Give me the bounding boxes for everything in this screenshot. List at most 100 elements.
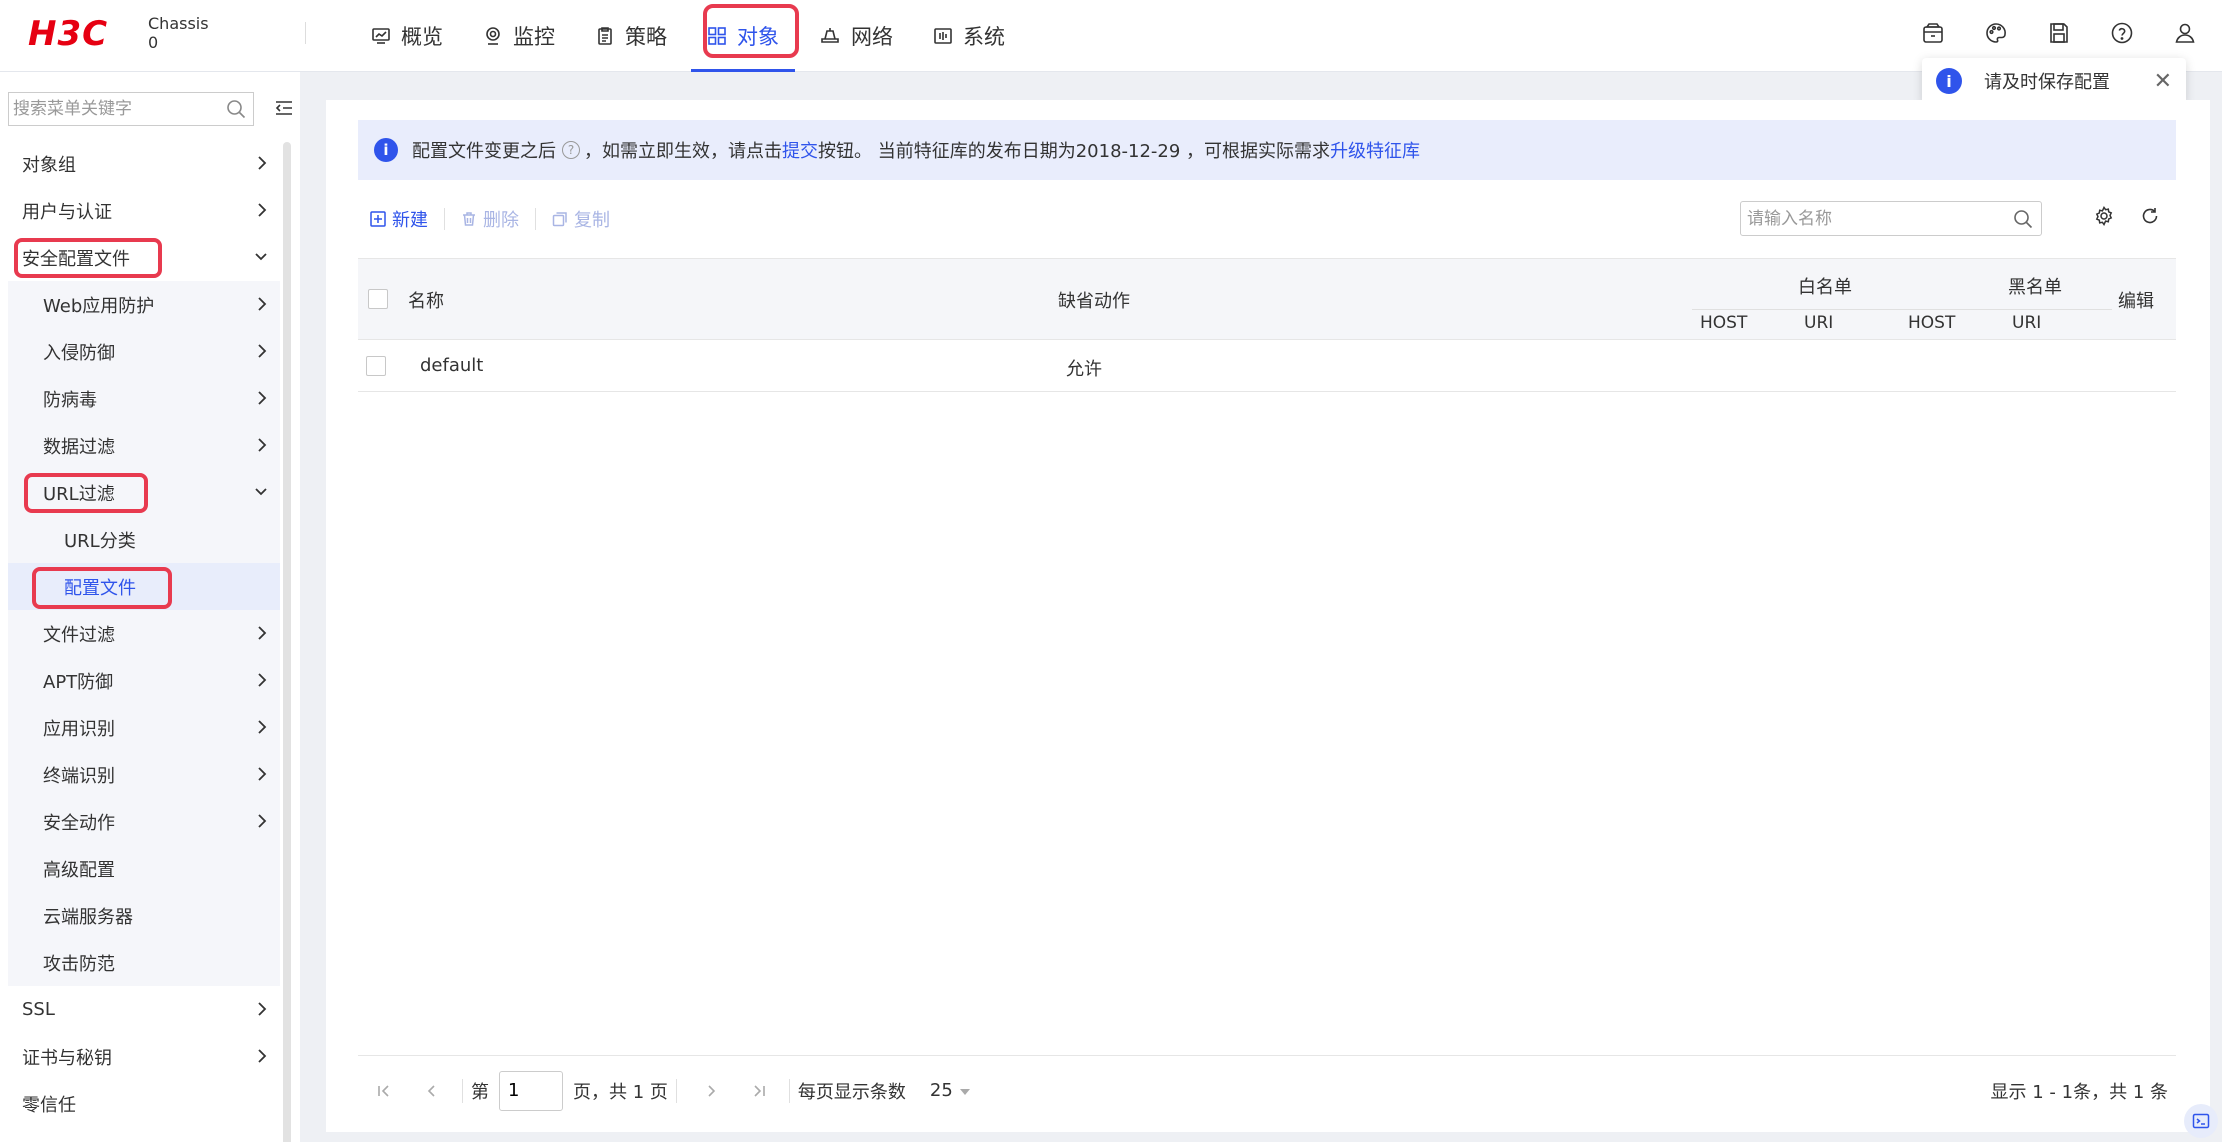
question-icon[interactable]: ?: [562, 141, 580, 159]
network-icon: [819, 26, 841, 46]
sidebar-item-url-filter[interactable]: URL过滤: [8, 469, 280, 516]
console-icon[interactable]: [2184, 1104, 2218, 1138]
chevron-right-icon: [256, 625, 268, 646]
close-icon[interactable]: ✕: [2154, 69, 2172, 94]
chevron-right-icon: [256, 343, 268, 364]
policy-icon: [595, 26, 615, 46]
menu-search: [8, 92, 254, 126]
toast-message: 请及时保存配置: [1984, 72, 2110, 93]
sidebar-item-antivirus[interactable]: 防病毒: [8, 375, 280, 422]
search-icon[interactable]: [2005, 209, 2041, 229]
header-tools: [1885, 18, 2200, 48]
nav-object[interactable]: 对象: [691, 0, 799, 72]
sidebar-item-attack-defense[interactable]: 攻击防范: [8, 939, 280, 986]
nav-network[interactable]: 网络: [803, 0, 909, 72]
sidebar-item-advanced[interactable]: 高级配置: [8, 845, 280, 892]
palette-icon[interactable]: [1981, 18, 2011, 48]
sidebar-item-app-id[interactable]: 应用识别: [8, 704, 280, 751]
user-icon[interactable]: [2170, 18, 2200, 48]
nav-system[interactable]: 系统: [917, 0, 1021, 72]
copy-button[interactable]: 复制: [552, 206, 610, 232]
per-page-value: 25: [929, 1080, 953, 1101]
sidebar-item-zero-trust[interactable]: 零信任: [8, 1080, 280, 1127]
prev-page-icon[interactable]: [420, 1083, 444, 1099]
sidebar-item-label: 对象组: [22, 154, 76, 176]
pager-divider: [462, 1078, 463, 1103]
sidebar-item-object-group[interactable]: 对象组: [8, 140, 280, 187]
col-edit-header: 编辑: [2118, 291, 2154, 312]
search-icon[interactable]: [219, 99, 253, 119]
chevron-right-icon: [256, 1048, 268, 1069]
main-nav: 概览 监控 策略 对象 网络 系统: [355, 0, 1029, 72]
sidebar-item-label: 安全动作: [43, 812, 115, 834]
profile-table: 名称 缺省动作 白名单 黑名单 HOST URI HOST URI 编辑 def…: [358, 258, 2176, 392]
nav-monitor[interactable]: 监控: [467, 0, 571, 72]
sidebar-item-profile[interactable]: 配置文件: [8, 563, 280, 610]
sidebar-item-cert-key[interactable]: 证书与秘钥: [8, 1033, 280, 1080]
banner-text-1: 配置文件变更之后: [412, 141, 556, 162]
sidebar-item-cloud-server[interactable]: 云端服务器: [8, 892, 280, 939]
sidebar-menu: 对象组 用户与认证 安全配置文件 Web应用防护 入侵防御 防病毒 数据过滤 U…: [8, 140, 280, 1127]
banner-text-3: 按钮。 当前特征库的发布日期为2018-12-29 ，可根据实际需求: [818, 141, 1331, 162]
sidebar-item-url-category[interactable]: URL分类: [8, 516, 280, 563]
sidebar-item-ips[interactable]: 入侵防御: [8, 328, 280, 375]
next-page-icon[interactable]: [699, 1083, 723, 1099]
sidebar-scrollbar[interactable]: [283, 142, 291, 1142]
chevron-right-icon: [256, 672, 268, 693]
delete-button[interactable]: 删除: [461, 206, 519, 232]
page-number-input[interactable]: [499, 1070, 563, 1111]
sidebar-item-label: 攻击防范: [43, 953, 115, 975]
refresh-icon[interactable]: [2140, 206, 2160, 231]
save-icon[interactable]: [2044, 18, 2074, 48]
first-page-icon[interactable]: [372, 1083, 396, 1099]
page-suffix: 页，共 1 页: [573, 1081, 668, 1103]
chevron-down-icon: [254, 249, 268, 270]
sidebar-item-file-filter[interactable]: 文件过滤: [8, 610, 280, 657]
sidebar-item-security-action[interactable]: 安全动作: [8, 798, 280, 845]
chevron-right-icon: [256, 766, 268, 787]
banner-text-2: ，如需立即生效，请点击: [584, 141, 782, 162]
collapse-menu-icon[interactable]: [274, 98, 294, 123]
per-page-select[interactable]: 25: [930, 1080, 971, 1101]
submit-link[interactable]: 提交: [782, 137, 818, 163]
name-search: [1740, 201, 2042, 236]
dashboard-icon: [371, 26, 391, 46]
select-all-checkbox[interactable]: [368, 289, 388, 309]
menu-search-input[interactable]: [9, 94, 219, 124]
nav-policy[interactable]: 策略: [579, 0, 683, 72]
col-whitelist-header: 白名单: [1798, 277, 1852, 298]
row-checkbox[interactable]: [366, 356, 386, 376]
help-icon[interactable]: [2107, 18, 2137, 48]
sidebar-item-label: APT防御: [43, 671, 114, 693]
chevron-right-icon: [256, 437, 268, 458]
new-button[interactable]: 新建: [370, 206, 428, 232]
pager-divider: [788, 1078, 790, 1103]
h3c-logo: H3C: [28, 14, 109, 54]
last-page-icon[interactable]: [747, 1083, 771, 1099]
name-search-input[interactable]: [1741, 208, 2005, 229]
sidebar-item-label: 证书与秘钥: [22, 1047, 112, 1069]
nav-label: 监控: [513, 25, 555, 49]
nav-overview[interactable]: 概览: [355, 0, 459, 72]
add-icon: [370, 211, 386, 227]
sidebar-item-ssl[interactable]: SSL: [8, 986, 280, 1033]
toolbar: 新建 删除 复制: [370, 204, 626, 234]
upgrade-signature-link[interactable]: 升级特征库: [1330, 137, 1420, 163]
sidebar-item-terminal-id[interactable]: 终端识别: [8, 751, 280, 798]
table-row[interactable]: default 允许: [358, 340, 2176, 392]
sidebar-item-user-auth[interactable]: 用户与认证: [8, 187, 280, 234]
sidebar-item-waf[interactable]: Web应用防护: [8, 281, 280, 328]
save-reminder-toast: i 请及时保存配置 ✕: [1922, 58, 2186, 104]
sidebar-item-data-filter[interactable]: 数据过滤: [8, 422, 280, 469]
chevron-right-icon: [256, 813, 268, 834]
sidebar-item-label: 配置文件: [64, 577, 136, 599]
sidebar-item-security-profile[interactable]: 安全配置文件: [8, 234, 280, 281]
sidebar-item-apt[interactable]: APT防御: [8, 657, 280, 704]
package-icon[interactable]: [1918, 18, 1948, 48]
chevron-right-icon: [256, 155, 268, 176]
sidebar-item-label: 应用识别: [43, 718, 115, 740]
chevron-down-icon: [254, 484, 268, 505]
new-label: 新建: [392, 210, 428, 231]
settings-gear-icon[interactable]: [2094, 206, 2114, 231]
col-whitelist-uri: URI: [1804, 313, 1834, 333]
